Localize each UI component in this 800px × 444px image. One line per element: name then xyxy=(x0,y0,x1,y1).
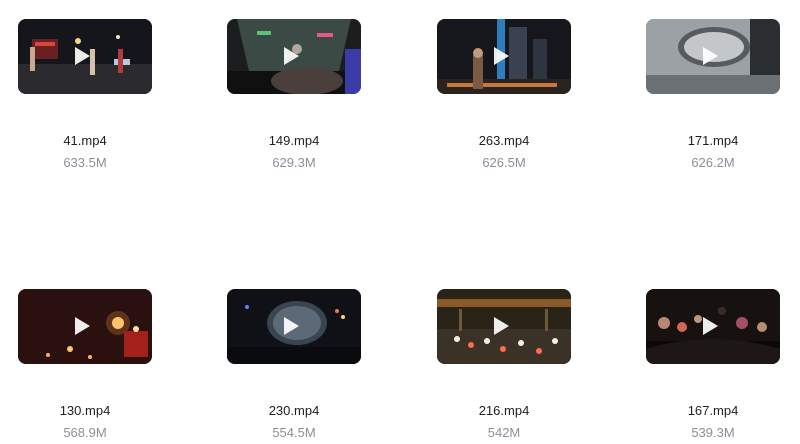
video-thumbnail[interactable] xyxy=(227,289,361,364)
video-thumbnail[interactable] xyxy=(646,289,780,364)
file-size: 554.5M xyxy=(272,425,316,440)
video-card[interactable]: 230.mp4 554.5M xyxy=(227,289,387,440)
video-card[interactable]: 130.mp4 568.9M xyxy=(18,289,178,440)
play-icon xyxy=(284,47,299,65)
video-thumbnail[interactable] xyxy=(437,289,571,364)
file-size: 633.5M xyxy=(63,155,107,170)
video-grid: 41.mp4 633.5M 149.mp4 629.3M 263.mp4 626… xyxy=(0,0,800,444)
file-name: 130.mp4 xyxy=(59,403,111,418)
file-size: 629.3M xyxy=(272,155,316,170)
file-name: 149.mp4 xyxy=(268,133,320,148)
video-card[interactable]: 171.mp4 626.2M xyxy=(646,19,800,170)
play-icon xyxy=(284,317,299,335)
file-size: 539.3M xyxy=(691,425,735,440)
file-size: 626.2M xyxy=(691,155,735,170)
video-card[interactable]: 149.mp4 629.3M xyxy=(227,19,387,170)
video-card[interactable]: 41.mp4 633.5M xyxy=(18,19,178,170)
play-icon xyxy=(494,47,509,65)
file-name: 41.mp4 xyxy=(63,133,107,148)
video-card[interactable]: 167.mp4 539.3M xyxy=(646,289,800,440)
video-thumbnail[interactable] xyxy=(18,19,152,94)
video-card[interactable]: 263.mp4 626.5M xyxy=(437,19,597,170)
play-icon xyxy=(703,317,718,335)
play-icon xyxy=(75,317,90,335)
video-card[interactable]: 216.mp4 542M xyxy=(437,289,597,440)
file-name: 216.mp4 xyxy=(478,403,530,418)
file-name: 230.mp4 xyxy=(268,403,320,418)
video-thumbnail[interactable] xyxy=(437,19,571,94)
play-icon xyxy=(494,317,509,335)
file-size: 568.9M xyxy=(63,425,107,440)
file-size: 626.5M xyxy=(482,155,526,170)
file-name: 167.mp4 xyxy=(687,403,739,418)
play-icon xyxy=(75,47,90,65)
file-size: 542M xyxy=(487,425,521,440)
file-name: 263.mp4 xyxy=(478,133,530,148)
file-name: 171.mp4 xyxy=(687,133,739,148)
video-thumbnail[interactable] xyxy=(18,289,152,364)
video-thumbnail[interactable] xyxy=(227,19,361,94)
video-thumbnail[interactable] xyxy=(646,19,780,94)
play-icon xyxy=(703,47,718,65)
